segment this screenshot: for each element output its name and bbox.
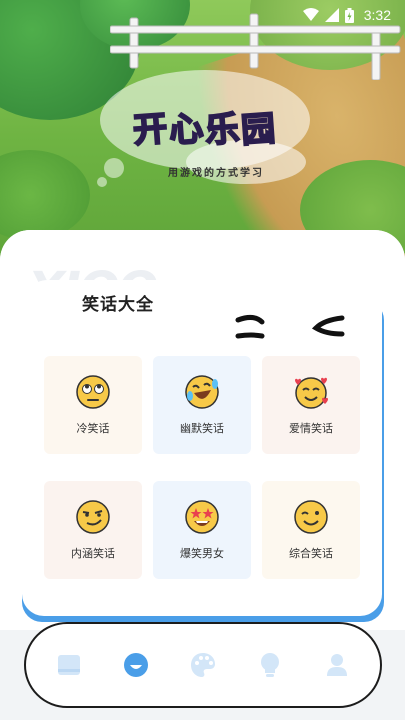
category-tile-humor-jokes[interactable]: 幽默笑话 (153, 356, 251, 454)
section-title: 笑话大全 (82, 295, 154, 315)
category-label: 爆笑男女 (180, 547, 224, 560)
star-struck-emoji-icon (185, 500, 219, 534)
category-label: 内涵笑话 (71, 547, 115, 560)
rolling-eyes-emoji-icon (76, 375, 110, 409)
laughing-tears-emoji-icon (185, 375, 219, 409)
app-logo-subtitle: 用游戏的方式学习 (168, 168, 264, 179)
nav-item-book[interactable] (49, 645, 89, 685)
battery-icon (344, 7, 354, 23)
category-tile-general-jokes[interactable]: 综合笑话 (262, 481, 360, 579)
palette-icon (190, 653, 215, 677)
category-label: 综合笑话 (289, 547, 333, 560)
smirking-emoji-icon (76, 500, 110, 534)
signal-icon (324, 8, 339, 22)
wifi-icon (302, 8, 319, 21)
winking-emoji-icon (294, 500, 328, 534)
category-tile-love-jokes[interactable]: 爱情笑话 (262, 356, 360, 454)
status-bar: 3:32 (0, 0, 405, 30)
bush-decoration (0, 150, 90, 240)
squinting-eyes-icon (235, 314, 345, 339)
logo-char: 心 (167, 107, 206, 151)
nav-item-ideas[interactable] (250, 645, 290, 685)
category-tile-implied-jokes[interactable]: 内涵笑话 (44, 481, 142, 579)
smile-icon (124, 653, 149, 677)
category-label: 冷笑话 (76, 422, 110, 435)
logo-char: 开 (131, 107, 170, 151)
logo-char: 园 (239, 107, 278, 151)
smiling-hearts-emoji-icon (295, 377, 328, 409)
nav-item-palette[interactable] (183, 645, 223, 685)
category-label: 幽默笑话 (180, 422, 224, 435)
book-icon (58, 655, 81, 675)
logo-char: 乐 (203, 107, 242, 151)
category-grid: 冷笑话 幽默笑话 爱情笑话 内涵笑话 爆笑男女 综合笑话 (44, 356, 360, 594)
category-tile-cold-jokes[interactable]: 冷笑话 (44, 356, 142, 454)
bottom-navigation (24, 622, 382, 708)
user-icon (326, 654, 347, 676)
lightbulb-icon (260, 653, 279, 677)
app-logo-title: 开 心 乐 园 (124, 96, 284, 156)
category-label: 爱情笑话 (289, 422, 333, 435)
nav-item-jokes[interactable] (116, 645, 156, 685)
status-time: 3:32 (363, 7, 391, 23)
nav-item-profile[interactable] (317, 645, 357, 685)
category-tile-funny-men-women[interactable]: 爆笑男女 (153, 481, 251, 579)
